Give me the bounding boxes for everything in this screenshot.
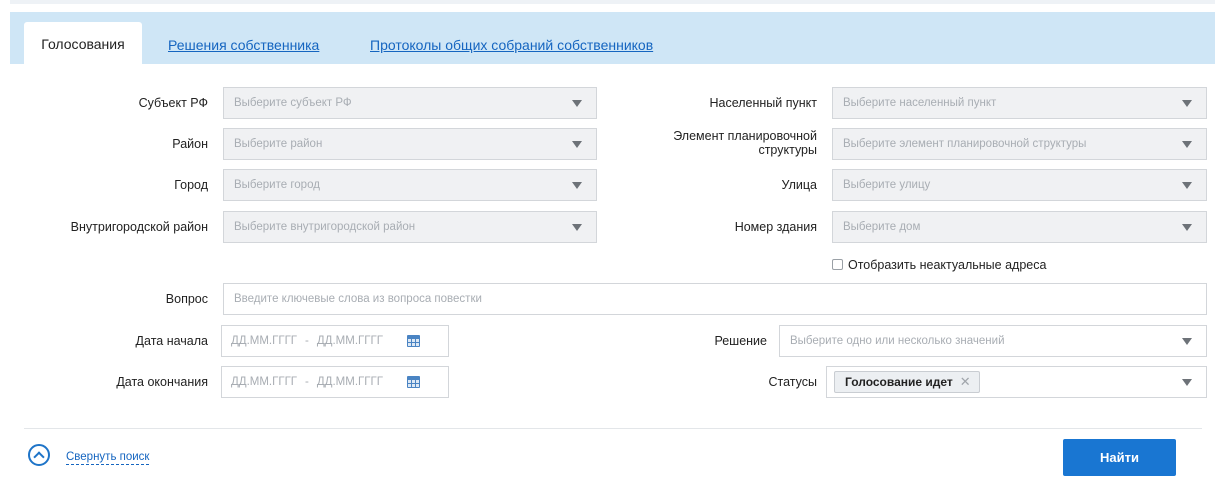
question-placeholder: Введите ключевые слова из вопроса повест… <box>234 293 482 305</box>
start-date-from[interactable]: ДД.ММ.ГГГГ <box>231 335 297 347</box>
district-select[interactable]: Выберите район <box>223 128 597 160</box>
header-strip <box>10 0 1215 4</box>
statuses-select[interactable]: Голосование идет ✕ <box>826 366 1207 398</box>
caret-down-icon <box>1182 140 1192 148</box>
subject-placeholder: Выберите субъект РФ <box>234 97 352 109</box>
subject-label: Субъект РФ <box>138 96 208 110</box>
collapse-up-icon[interactable] <box>28 444 50 466</box>
show-outdated-label[interactable]: Отобразить неактуальные адреса <box>848 258 1046 272</box>
end-date-from[interactable]: ДД.ММ.ГГГГ <box>231 376 297 388</box>
tab-meeting-protocols[interactable]: Протоколы общих собраний собственников <box>370 36 653 54</box>
planning-element-label: Элемент планировочной структуры <box>673 129 817 157</box>
tab-owner-decisions[interactable]: Решения собственника <box>168 36 319 54</box>
planning-element-label-line1: Элемент планировочной <box>673 129 817 143</box>
locality-label: Населенный пункт <box>709 96 817 110</box>
divider <box>24 428 1202 429</box>
planning-element-placeholder: Выберите элемент планировочной структуры <box>843 138 1087 150</box>
city-label: Город <box>174 178 208 192</box>
inner-district-label: Внутригородской район <box>70 220 208 234</box>
calendar-icon[interactable] <box>406 335 420 347</box>
planning-element-select[interactable]: Выберите элемент планировочной структуры <box>832 128 1207 160</box>
collapse-search-link[interactable]: Свернуть поиск <box>66 450 150 465</box>
status-chip-label: Голосование идет <box>845 375 953 389</box>
remove-chip-icon[interactable]: ✕ <box>960 374 971 390</box>
show-outdated-checkbox[interactable] <box>832 259 843 270</box>
caret-down-icon <box>1182 223 1192 231</box>
caret-down-icon <box>572 223 582 231</box>
find-button[interactable]: Найти <box>1063 439 1176 476</box>
question-input[interactable]: Введите ключевые слова из вопроса повест… <box>223 283 1207 315</box>
caret-down-icon <box>1182 99 1192 107</box>
date-separator: - <box>305 335 309 347</box>
caret-down-icon <box>572 140 582 148</box>
locality-select[interactable]: Выберите населенный пункт <box>832 87 1207 119</box>
city-select[interactable]: Выберите город <box>223 169 597 201</box>
decision-placeholder: Выберите одно или несколько значений <box>790 335 1005 347</box>
caret-down-icon <box>1182 181 1192 189</box>
street-placeholder: Выберите улицу <box>843 179 931 191</box>
district-placeholder: Выберите район <box>234 138 323 150</box>
status-chip: Голосование идет ✕ <box>834 371 980 393</box>
planning-element-label-line2: структуры <box>758 143 817 157</box>
calendar-icon[interactable] <box>406 376 420 388</box>
date-separator: - <box>305 376 309 388</box>
caret-down-icon <box>1182 337 1192 345</box>
building-placeholder: Выберите дом <box>843 221 921 233</box>
question-label: Вопрос <box>165 292 208 306</box>
district-label: Район <box>172 137 208 151</box>
end-date-range[interactable]: ДД.ММ.ГГГГ - ДД.ММ.ГГГГ <box>221 366 449 398</box>
inner-district-placeholder: Выберите внутригородской район <box>234 221 416 233</box>
caret-down-icon <box>1182 378 1192 386</box>
decision-label: Решение <box>714 334 767 348</box>
decision-select[interactable]: Выберите одно или несколько значений <box>779 325 1207 357</box>
street-select[interactable]: Выберите улицу <box>832 169 1207 201</box>
start-date-to[interactable]: ДД.ММ.ГГГГ <box>317 335 383 347</box>
locality-placeholder: Выберите населенный пункт <box>843 97 997 109</box>
end-date-to[interactable]: ДД.ММ.ГГГГ <box>317 376 383 388</box>
caret-down-icon <box>572 181 582 189</box>
street-label: Улица <box>781 178 818 192</box>
tab-votings[interactable]: Голосования <box>24 22 142 66</box>
caret-down-icon <box>572 99 582 107</box>
building-select[interactable]: Выберите дом <box>832 211 1207 243</box>
subject-select[interactable]: Выберите субъект РФ <box>223 87 597 119</box>
statuses-label: Статусы <box>768 375 818 389</box>
inner-district-select[interactable]: Выберите внутригородской район <box>223 211 597 243</box>
city-placeholder: Выберите город <box>234 179 320 191</box>
start-date-range[interactable]: ДД.ММ.ГГГГ - ДД.ММ.ГГГГ <box>221 325 449 357</box>
building-label: Номер здания <box>734 220 817 234</box>
end-date-label: Дата окончания <box>116 375 208 389</box>
start-date-label: Дата начала <box>135 334 208 348</box>
